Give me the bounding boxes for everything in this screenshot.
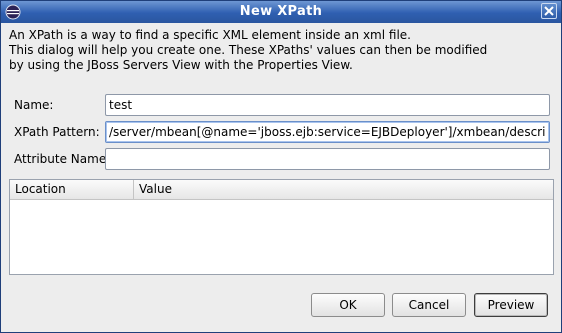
table-header: Location Value [10, 180, 553, 200]
ok-button[interactable]: OK [311, 293, 385, 317]
name-label: Name: [14, 98, 54, 112]
name-field[interactable] [105, 94, 550, 116]
attribute-name-field[interactable] [105, 148, 550, 170]
description-line: This dialog will help you create one. Th… [9, 43, 488, 57]
description-line: An XPath is a way to find a specific XML… [9, 28, 411, 42]
column-header-value[interactable]: Value [134, 180, 553, 199]
column-header-location[interactable]: Location [10, 180, 134, 199]
close-icon [544, 6, 554, 16]
close-button[interactable] [541, 3, 557, 19]
dialog-title: New XPath [239, 4, 323, 19]
preview-button[interactable]: Preview [474, 293, 548, 317]
description-line: by using the JBoss Servers View with the… [9, 58, 353, 72]
xpath-pattern-label: XPath Pattern: [14, 125, 100, 139]
xpath-pattern-field[interactable] [105, 121, 550, 143]
title-bar[interactable]: New XPath [1, 1, 561, 23]
results-table[interactable]: Location Value [9, 179, 554, 275]
dialog-description: An XPath is a way to find a specific XML… [9, 28, 487, 73]
cancel-button[interactable]: Cancel [392, 293, 466, 317]
new-xpath-dialog: New XPath An XPath is a way to find a sp… [0, 0, 562, 333]
attribute-name-label: Attribute Name: [14, 152, 111, 166]
